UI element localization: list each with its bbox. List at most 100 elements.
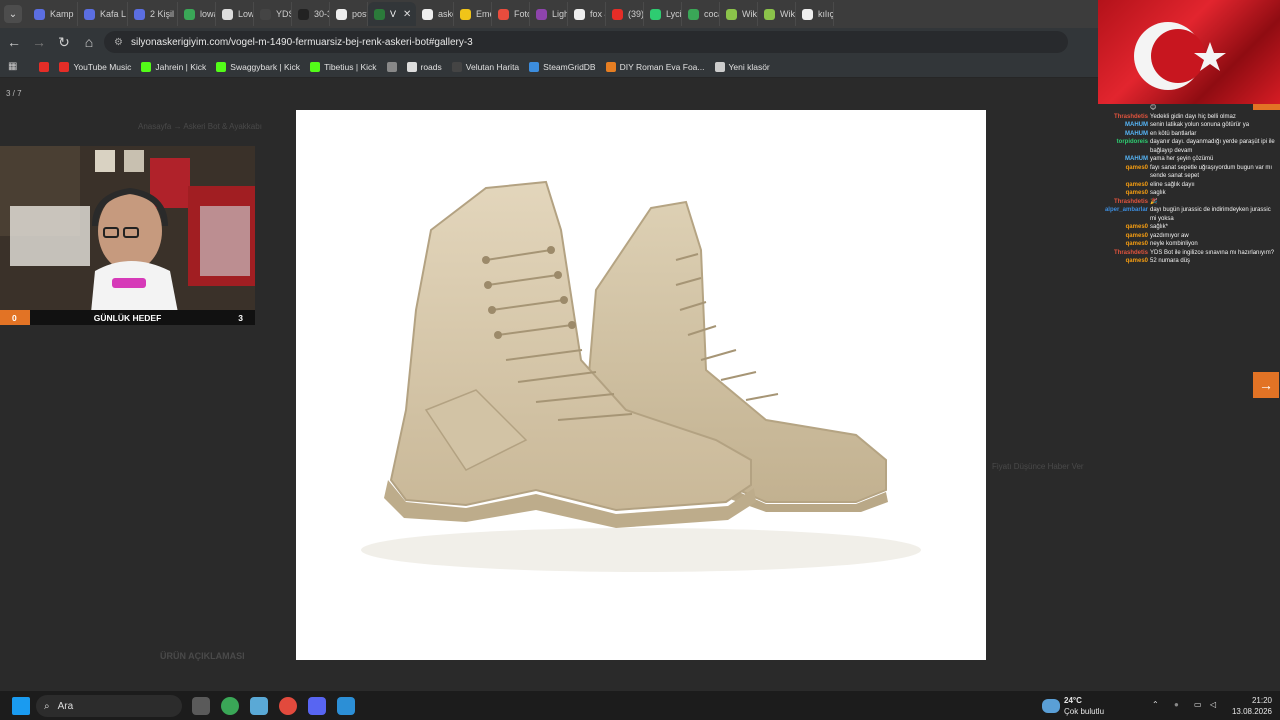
network-icon[interactable]: ▭	[1194, 700, 1202, 709]
tab[interactable]: Emeri	[454, 2, 492, 26]
site-info-icon[interactable]: ⚙	[114, 37, 123, 48]
chat-username[interactable]: qames0	[1096, 232, 1148, 241]
close-tab-icon[interactable]: ✕	[403, 9, 411, 20]
volume-icon[interactable]: ◁	[1210, 700, 1216, 709]
bookmark-favicon-icon	[605, 61, 616, 72]
tab-favicon-icon	[802, 8, 813, 20]
chat-username[interactable]: torpidoreis	[1096, 138, 1148, 155]
chat-username[interactable]: MAHUM	[1096, 155, 1148, 164]
apps-grid-icon[interactable]: ▦	[8, 61, 17, 72]
chat-message: qames0 52 numara düş	[1096, 257, 1280, 266]
tab-favicon-icon	[688, 8, 699, 20]
bookmark-item[interactable]: Swaggybark | Kick	[216, 61, 301, 72]
tab[interactable]: Lowa	[216, 2, 254, 26]
bookmark-item[interactable]	[39, 61, 50, 72]
tab[interactable]: lowa	[178, 2, 216, 26]
tab[interactable]: kılıçda	[796, 2, 834, 26]
tab[interactable]: Kafa L	[78, 2, 128, 26]
chat-text: eline sağlık dayıı	[1150, 181, 1195, 188]
address-bar[interactable]: ⚙ silyonaskerigiyim.com/vogel-m-1490-fer…	[104, 31, 1162, 53]
home-icon: ⌂	[84, 34, 94, 50]
bookmark-item[interactable]: Jahrein | Kick	[141, 61, 206, 72]
weather-icon[interactable]	[1042, 699, 1060, 713]
search-icon: ⌕	[44, 700, 50, 712]
bookmark-item[interactable]: DIY Roman Eva Foa...	[605, 61, 705, 72]
clock-time[interactable]: 21:20	[1232, 696, 1272, 705]
tab[interactable]: V ✕	[368, 2, 416, 26]
clock-date[interactable]: 13.08.2026	[1226, 707, 1272, 716]
tab[interactable]: LightS	[530, 2, 568, 26]
chat-message: Thrashdetis Yedekli gidin dayı hiç belli …	[1096, 113, 1280, 122]
chat-username[interactable]: alper_ambarlar	[1096, 206, 1148, 223]
tab[interactable]: Wikile	[758, 2, 796, 26]
tab[interactable]: postal	[330, 2, 368, 26]
chrome-icon[interactable]	[221, 697, 239, 715]
chat-username[interactable]: MAHUM	[1096, 130, 1148, 139]
crescent-star-icon	[1134, 22, 1226, 90]
bookmark-item[interactable]: roads	[406, 61, 442, 72]
chat-text: sağlık*	[1150, 224, 1169, 230]
tab[interactable]: coca c	[682, 2, 720, 26]
tab[interactable]: Kamp	[28, 2, 78, 26]
chat-username[interactable]: qames0	[1096, 223, 1148, 232]
gallery-next-button[interactable]: →	[1253, 372, 1279, 398]
windows-start-icon[interactable]	[12, 697, 30, 715]
app-icon-red[interactable]	[279, 697, 297, 715]
chat-username[interactable]: Thrashdetis	[1096, 113, 1148, 122]
bookmark-favicon-icon	[529, 61, 540, 72]
chat-username[interactable]: qames0	[1096, 189, 1148, 198]
chat-username[interactable]: qames0	[1096, 257, 1148, 266]
tab[interactable]: (39) L	[606, 2, 644, 26]
tab[interactable]: YDS A	[254, 2, 292, 26]
chat-message: MAHUM senin latikak yolun sonuna götürür …	[1096, 121, 1280, 130]
chat-username[interactable]: qames0	[1096, 181, 1148, 190]
chat-username[interactable]: qames0	[1096, 240, 1148, 249]
bookmark-item[interactable]: Velutan Harita	[451, 61, 519, 72]
bookmark-label: roads	[420, 61, 442, 72]
chat-username[interactable]: MAHUM	[1096, 121, 1148, 130]
tab-description[interactable]: ÜRÜN AÇIKLAMASI	[160, 651, 245, 661]
home-button[interactable]: ⌂	[78, 31, 100, 53]
app-icon-pen[interactable]	[337, 697, 355, 715]
tab-favicon-icon	[374, 8, 385, 20]
task-view-icon[interactable]	[192, 697, 210, 715]
breadcrumb[interactable]: Anasayfa → Askeri Bot & Ayakkabı	[138, 122, 262, 131]
chat-username[interactable]: qames0	[1096, 164, 1148, 181]
taskbar-search[interactable]: ⌕ Ara	[36, 695, 182, 717]
bookmark-item[interactable]: YouTube Music	[59, 61, 131, 72]
bookmark-item[interactable]	[386, 61, 397, 72]
chevron-up-icon[interactable]: ⌃	[1152, 700, 1159, 709]
bookmark-label: Swaggybark | Kick	[230, 61, 301, 72]
tab-favicon-icon	[336, 8, 347, 20]
bookmark-item[interactable]: Tibetius | Kick	[310, 61, 377, 72]
bookmark-item[interactable]: SteamGridDB	[529, 61, 596, 72]
chat-username[interactable]: Thrashdetis	[1096, 198, 1148, 207]
tab[interactable]: fox 46	[568, 2, 606, 26]
forward-button[interactable]: →	[28, 31, 50, 53]
app-icon-blue[interactable]	[250, 697, 268, 715]
chat-username[interactable]	[1096, 104, 1148, 113]
back-button[interactable]: ←	[3, 31, 25, 53]
tab-label: 2 Kişil	[150, 9, 175, 19]
gallery-image[interactable]	[296, 110, 986, 660]
bookmark-item[interactable]: Yeni klasör	[714, 61, 770, 72]
tab[interactable]: 30-32	[292, 2, 330, 26]
url-text: silyonaskerigiyim.com/vogel-m-1490-fermu…	[130, 36, 473, 48]
tab[interactable]: Lycian	[644, 2, 682, 26]
chat-text: Yedekli gidin dayı hiç belli olmaz	[1150, 113, 1236, 120]
tab[interactable]: 2 Kişil	[128, 2, 178, 26]
chat-username[interactable]: Thrashdetis	[1096, 249, 1148, 258]
reload-button[interactable]: ↻	[53, 31, 75, 53]
tab-label: askeri	[438, 9, 453, 19]
tab[interactable]: Wikile	[720, 2, 758, 26]
tab[interactable]: Fotoğ	[492, 2, 530, 26]
discord-icon[interactable]	[308, 697, 326, 715]
tab-search-button[interactable]: ⌄	[4, 5, 22, 23]
tab[interactable]: askeri	[416, 2, 454, 26]
tab-label: coca c	[704, 9, 719, 19]
tab-favicon-icon	[298, 8, 309, 20]
bookmark-list: YouTube Music Jahrein | Kick Swaggybark | …	[39, 61, 779, 72]
microphone-icon[interactable]: ●	[1174, 700, 1179, 709]
price-alert-link[interactable]: Fiyatı Düşünce Haber Ver	[992, 462, 1084, 471]
chat-message: qames0 sağlık*	[1096, 223, 1280, 232]
